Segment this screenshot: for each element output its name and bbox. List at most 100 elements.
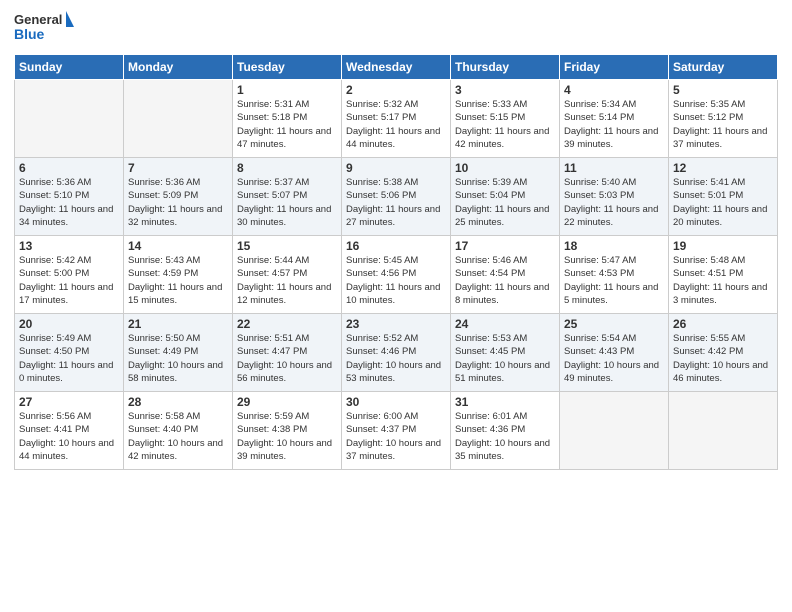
calendar-cell: 30Sunrise: 6:00 AM Sunset: 4:37 PM Dayli… bbox=[342, 392, 451, 470]
calendar-cell: 6Sunrise: 5:36 AM Sunset: 5:10 PM Daylig… bbox=[15, 158, 124, 236]
day-info: Sunrise: 5:58 AM Sunset: 4:40 PM Dayligh… bbox=[128, 410, 228, 463]
page: General Blue SundayMondayTuesdayWednesda… bbox=[0, 0, 792, 612]
day-info: Sunrise: 5:33 AM Sunset: 5:15 PM Dayligh… bbox=[455, 98, 555, 151]
day-number: 16 bbox=[346, 239, 446, 253]
calendar-cell: 4Sunrise: 5:34 AM Sunset: 5:14 PM Daylig… bbox=[560, 80, 669, 158]
day-info: Sunrise: 5:31 AM Sunset: 5:18 PM Dayligh… bbox=[237, 98, 337, 151]
day-number: 28 bbox=[128, 395, 228, 409]
calendar-header-row: SundayMondayTuesdayWednesdayThursdayFrid… bbox=[15, 55, 778, 80]
calendar-cell: 1Sunrise: 5:31 AM Sunset: 5:18 PM Daylig… bbox=[233, 80, 342, 158]
day-info: Sunrise: 5:38 AM Sunset: 5:06 PM Dayligh… bbox=[346, 176, 446, 229]
day-number: 14 bbox=[128, 239, 228, 253]
calendar-cell: 31Sunrise: 6:01 AM Sunset: 4:36 PM Dayli… bbox=[451, 392, 560, 470]
col-header-thursday: Thursday bbox=[451, 55, 560, 80]
logo-svg: General Blue bbox=[14, 10, 74, 46]
day-info: Sunrise: 5:46 AM Sunset: 4:54 PM Dayligh… bbox=[455, 254, 555, 307]
day-info: Sunrise: 5:32 AM Sunset: 5:17 PM Dayligh… bbox=[346, 98, 446, 151]
calendar-cell: 27Sunrise: 5:56 AM Sunset: 4:41 PM Dayli… bbox=[15, 392, 124, 470]
day-number: 21 bbox=[128, 317, 228, 331]
day-info: Sunrise: 5:34 AM Sunset: 5:14 PM Dayligh… bbox=[564, 98, 664, 151]
day-info: Sunrise: 5:59 AM Sunset: 4:38 PM Dayligh… bbox=[237, 410, 337, 463]
day-info: Sunrise: 5:45 AM Sunset: 4:56 PM Dayligh… bbox=[346, 254, 446, 307]
day-info: Sunrise: 5:56 AM Sunset: 4:41 PM Dayligh… bbox=[19, 410, 119, 463]
day-info: Sunrise: 5:42 AM Sunset: 5:00 PM Dayligh… bbox=[19, 254, 119, 307]
calendar-cell: 5Sunrise: 5:35 AM Sunset: 5:12 PM Daylig… bbox=[669, 80, 778, 158]
col-header-wednesday: Wednesday bbox=[342, 55, 451, 80]
day-number: 12 bbox=[673, 161, 773, 175]
calendar-cell: 15Sunrise: 5:44 AM Sunset: 4:57 PM Dayli… bbox=[233, 236, 342, 314]
day-info: Sunrise: 5:55 AM Sunset: 4:42 PM Dayligh… bbox=[673, 332, 773, 385]
calendar-cell: 8Sunrise: 5:37 AM Sunset: 5:07 PM Daylig… bbox=[233, 158, 342, 236]
day-info: Sunrise: 5:47 AM Sunset: 4:53 PM Dayligh… bbox=[564, 254, 664, 307]
day-number: 25 bbox=[564, 317, 664, 331]
day-info: Sunrise: 5:49 AM Sunset: 4:50 PM Dayligh… bbox=[19, 332, 119, 385]
day-number: 19 bbox=[673, 239, 773, 253]
day-info: Sunrise: 5:51 AM Sunset: 4:47 PM Dayligh… bbox=[237, 332, 337, 385]
day-info: Sunrise: 5:53 AM Sunset: 4:45 PM Dayligh… bbox=[455, 332, 555, 385]
calendar-cell: 26Sunrise: 5:55 AM Sunset: 4:42 PM Dayli… bbox=[669, 314, 778, 392]
calendar-cell: 14Sunrise: 5:43 AM Sunset: 4:59 PM Dayli… bbox=[124, 236, 233, 314]
calendar-cell: 28Sunrise: 5:58 AM Sunset: 4:40 PM Dayli… bbox=[124, 392, 233, 470]
calendar-cell: 17Sunrise: 5:46 AM Sunset: 4:54 PM Dayli… bbox=[451, 236, 560, 314]
col-header-friday: Friday bbox=[560, 55, 669, 80]
day-number: 9 bbox=[346, 161, 446, 175]
col-header-saturday: Saturday bbox=[669, 55, 778, 80]
day-number: 13 bbox=[19, 239, 119, 253]
calendar-cell: 13Sunrise: 5:42 AM Sunset: 5:00 PM Dayli… bbox=[15, 236, 124, 314]
day-number: 20 bbox=[19, 317, 119, 331]
day-number: 10 bbox=[455, 161, 555, 175]
calendar-cell: 18Sunrise: 5:47 AM Sunset: 4:53 PM Dayli… bbox=[560, 236, 669, 314]
svg-text:Blue: Blue bbox=[14, 26, 45, 42]
logo: General Blue bbox=[14, 10, 74, 46]
calendar-cell: 20Sunrise: 5:49 AM Sunset: 4:50 PM Dayli… bbox=[15, 314, 124, 392]
day-number: 26 bbox=[673, 317, 773, 331]
day-number: 11 bbox=[564, 161, 664, 175]
day-info: Sunrise: 5:36 AM Sunset: 5:09 PM Dayligh… bbox=[128, 176, 228, 229]
col-header-tuesday: Tuesday bbox=[233, 55, 342, 80]
calendar-cell bbox=[560, 392, 669, 470]
calendar-cell: 25Sunrise: 5:54 AM Sunset: 4:43 PM Dayli… bbox=[560, 314, 669, 392]
day-number: 6 bbox=[19, 161, 119, 175]
day-info: Sunrise: 5:39 AM Sunset: 5:04 PM Dayligh… bbox=[455, 176, 555, 229]
calendar-cell: 16Sunrise: 5:45 AM Sunset: 4:56 PM Dayli… bbox=[342, 236, 451, 314]
calendar-cell bbox=[124, 80, 233, 158]
calendar-cell bbox=[15, 80, 124, 158]
calendar-cell: 2Sunrise: 5:32 AM Sunset: 5:17 PM Daylig… bbox=[342, 80, 451, 158]
day-number: 4 bbox=[564, 83, 664, 97]
calendar-cell: 9Sunrise: 5:38 AM Sunset: 5:06 PM Daylig… bbox=[342, 158, 451, 236]
day-info: Sunrise: 5:43 AM Sunset: 4:59 PM Dayligh… bbox=[128, 254, 228, 307]
day-number: 7 bbox=[128, 161, 228, 175]
day-number: 27 bbox=[19, 395, 119, 409]
day-info: Sunrise: 6:00 AM Sunset: 4:37 PM Dayligh… bbox=[346, 410, 446, 463]
day-info: Sunrise: 5:54 AM Sunset: 4:43 PM Dayligh… bbox=[564, 332, 664, 385]
header: General Blue bbox=[14, 10, 778, 46]
calendar-cell: 24Sunrise: 5:53 AM Sunset: 4:45 PM Dayli… bbox=[451, 314, 560, 392]
day-info: Sunrise: 5:44 AM Sunset: 4:57 PM Dayligh… bbox=[237, 254, 337, 307]
week-row-2: 6Sunrise: 5:36 AM Sunset: 5:10 PM Daylig… bbox=[15, 158, 778, 236]
calendar-cell: 21Sunrise: 5:50 AM Sunset: 4:49 PM Dayli… bbox=[124, 314, 233, 392]
day-info: Sunrise: 5:36 AM Sunset: 5:10 PM Dayligh… bbox=[19, 176, 119, 229]
col-header-monday: Monday bbox=[124, 55, 233, 80]
calendar-cell: 22Sunrise: 5:51 AM Sunset: 4:47 PM Dayli… bbox=[233, 314, 342, 392]
calendar: SundayMondayTuesdayWednesdayThursdayFrid… bbox=[14, 54, 778, 470]
calendar-cell: 19Sunrise: 5:48 AM Sunset: 4:51 PM Dayli… bbox=[669, 236, 778, 314]
week-row-1: 1Sunrise: 5:31 AM Sunset: 5:18 PM Daylig… bbox=[15, 80, 778, 158]
calendar-cell: 29Sunrise: 5:59 AM Sunset: 4:38 PM Dayli… bbox=[233, 392, 342, 470]
day-number: 29 bbox=[237, 395, 337, 409]
day-number: 8 bbox=[237, 161, 337, 175]
day-info: Sunrise: 5:48 AM Sunset: 4:51 PM Dayligh… bbox=[673, 254, 773, 307]
calendar-cell: 12Sunrise: 5:41 AM Sunset: 5:01 PM Dayli… bbox=[669, 158, 778, 236]
day-number: 22 bbox=[237, 317, 337, 331]
week-row-5: 27Sunrise: 5:56 AM Sunset: 4:41 PM Dayli… bbox=[15, 392, 778, 470]
day-info: Sunrise: 5:35 AM Sunset: 5:12 PM Dayligh… bbox=[673, 98, 773, 151]
day-number: 31 bbox=[455, 395, 555, 409]
day-info: Sunrise: 6:01 AM Sunset: 4:36 PM Dayligh… bbox=[455, 410, 555, 463]
day-info: Sunrise: 5:40 AM Sunset: 5:03 PM Dayligh… bbox=[564, 176, 664, 229]
day-info: Sunrise: 5:37 AM Sunset: 5:07 PM Dayligh… bbox=[237, 176, 337, 229]
day-info: Sunrise: 5:41 AM Sunset: 5:01 PM Dayligh… bbox=[673, 176, 773, 229]
day-info: Sunrise: 5:50 AM Sunset: 4:49 PM Dayligh… bbox=[128, 332, 228, 385]
day-number: 3 bbox=[455, 83, 555, 97]
calendar-cell: 11Sunrise: 5:40 AM Sunset: 5:03 PM Dayli… bbox=[560, 158, 669, 236]
day-number: 2 bbox=[346, 83, 446, 97]
calendar-cell: 7Sunrise: 5:36 AM Sunset: 5:09 PM Daylig… bbox=[124, 158, 233, 236]
